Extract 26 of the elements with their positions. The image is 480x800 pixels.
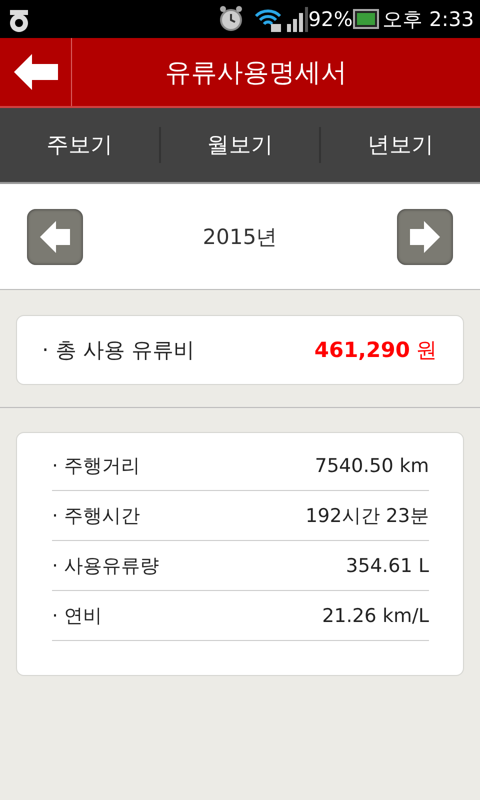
period-label: 2015년 [202,224,278,250]
detail-value: 21.26 km/L [322,604,429,626]
detail-label: · 연비 [52,604,104,628]
signal-icon [286,6,308,32]
detail-label: · 주행시간 [52,504,142,528]
battery-icon [352,9,379,29]
alarm-clock-icon [218,5,244,33]
detail-value: 192시간 23분 [306,504,429,528]
previous-year-button[interactable] [27,208,83,264]
detail-label: · 주행거리 [52,454,142,478]
battery-percent: 92% [308,7,353,31]
view-tab[interactable]: 년보기 [321,108,480,182]
clock-time: 오후 2:33 [382,6,474,32]
left-arrow-icon [40,220,70,252]
right-arrow-icon [410,220,440,252]
detail-value: 354.61 L [346,554,429,576]
next-year-button[interactable] [396,208,453,264]
detail-label: · 사용유류량 [52,554,160,578]
view-tab[interactable]: 월보기 [160,108,320,182]
detail-value: 7540.50 km [314,454,429,476]
back-arrow-icon [14,54,58,90]
view-tab[interactable]: 주보기 [0,108,159,182]
screen-title: 유류사용명세서 [164,56,348,90]
total-label: · 총 사용 유류비 [42,337,196,364]
total-amount: 461,290 [314,338,410,362]
currency-unit: 원 [416,337,437,364]
